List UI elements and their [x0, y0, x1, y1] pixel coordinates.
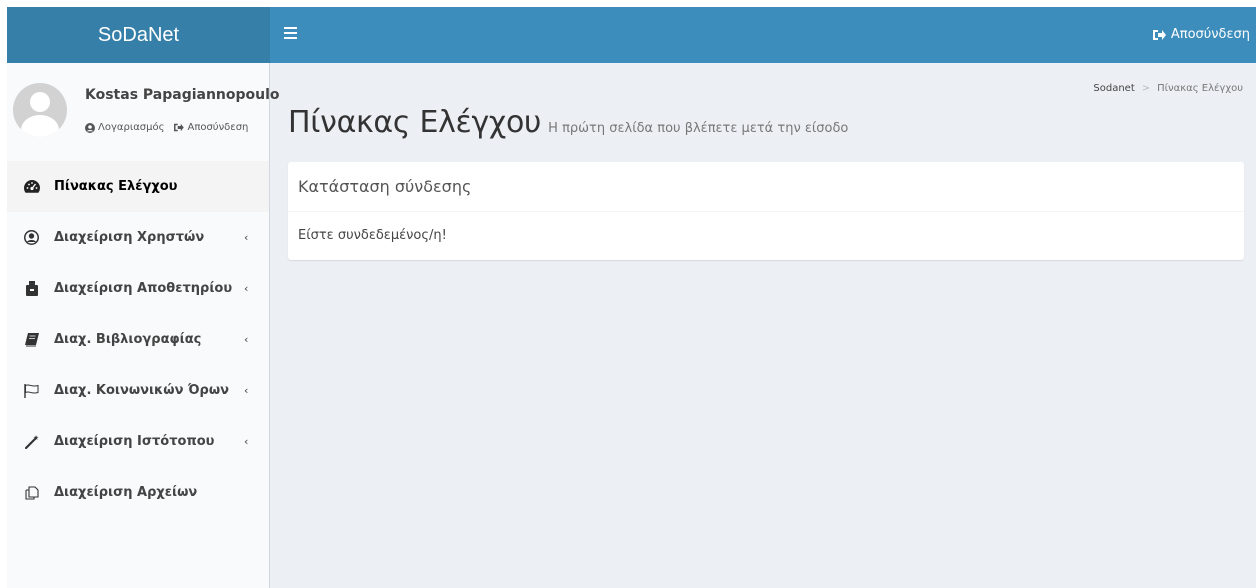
- logo[interactable]: SoDaNet: [7, 7, 270, 63]
- box-body-text: Είστε συνδεδεμένος/η!: [298, 228, 447, 243]
- user-circle-icon: [23, 229, 40, 246]
- header-logout-button[interactable]: Αποσύνδεση: [1152, 7, 1250, 63]
- sidebar-item-social-terms[interactable]: Διαχ. Κοινωνικών Όρων ‹: [7, 365, 269, 416]
- sidebar-item-repository[interactable]: Διαχείριση Αποθετηρίου ‹: [7, 263, 269, 314]
- chevron-left-icon: ‹: [244, 282, 249, 295]
- sidebar-item-website[interactable]: Διαχείριση Ιστότοπου ‹: [7, 416, 269, 467]
- book-icon: [23, 331, 40, 348]
- files-icon: [23, 484, 40, 501]
- sidebar-item-dashboard[interactable]: Πίνακας Ελέγχου: [7, 161, 269, 212]
- chevron-left-icon: ‹: [244, 333, 249, 346]
- breadcrumb-home-link[interactable]: Sodanet: [1093, 83, 1134, 94]
- user-name: Kostas Papagiannopoulo: [85, 87, 280, 103]
- sidebar-item-label: Διαχείριση Αρχείων: [54, 485, 198, 500]
- top-header: SoDaNet Αποσύνδεση: [7, 7, 1256, 63]
- chevron-left-icon: ‹: [244, 231, 249, 244]
- breadcrumb: Sodanet > Πίνακας Ελέγχου: [1093, 83, 1243, 94]
- account-link-label: Λογαριασμός: [98, 122, 165, 133]
- chevron-left-icon: ‹: [244, 435, 249, 448]
- sidebar-item-files[interactable]: Διαχείριση Αρχείων: [7, 467, 269, 518]
- page-subtitle: Η πρώτη σελίδα που βλέπετε μετά την είσο…: [548, 121, 849, 136]
- sign-out-icon: [174, 123, 185, 132]
- sidebar-item-label: Διαχείριση Αποθετηρίου: [54, 281, 233, 296]
- avatar: [13, 83, 67, 137]
- sidebar-item-label: Διαχείριση Χρηστών: [54, 230, 205, 245]
- sidebar-toggle-hamburger-icon[interactable]: [284, 27, 297, 41]
- sidebar: Kostas Papagiannopoulo Λογαριασμός Αποσύ…: [7, 63, 280, 588]
- sidebar-item-label: Διαχ. Κοινωνικών Όρων: [54, 383, 230, 398]
- user-panel: Kostas Papagiannopoulo Λογαριασμός Αποσύ…: [7, 63, 280, 161]
- page-header: Πίνακας Ελέγχου Η πρώτη σελίδα που βλέπε…: [288, 105, 848, 140]
- breadcrumb-separator: >: [1141, 83, 1151, 94]
- chevron-left-icon: ‹: [244, 384, 249, 397]
- user-circle-icon: [85, 122, 95, 133]
- magic-wand-icon: [23, 433, 40, 450]
- dashboard-icon: [23, 178, 40, 195]
- user-logout-link[interactable]: Αποσύνδεση: [173, 122, 248, 133]
- flag-icon: [23, 382, 40, 399]
- sidebar-item-label: Διαχ. Βιβλιογραφίας: [54, 332, 202, 347]
- sign-out-icon: [1152, 30, 1166, 40]
- archive-icon: [23, 280, 40, 297]
- app-frame: SoDaNet Αποσύνδεση Kostas Papagiannopoul…: [7, 7, 1256, 588]
- connection-status-box: Κατάσταση σύνδεσης Είστε συνδεδεμένος/η!: [288, 162, 1244, 260]
- sidebar-item-users[interactable]: Διαχείριση Χρηστών ‹: [7, 212, 269, 263]
- account-link[interactable]: Λογαριασμός: [85, 122, 164, 133]
- box-title: Κατάσταση σύνδεσης: [288, 162, 1244, 212]
- user-logout-label: Αποσύνδεση: [187, 122, 249, 133]
- page-title: Πίνακας Ελέγχου: [288, 105, 542, 140]
- header-logout-label: Αποσύνδεση: [1170, 27, 1250, 42]
- sidebar-item-label: Διαχείριση Ιστότοπου: [54, 434, 215, 449]
- sidebar-menu: Πίνακας Ελέγχου Διαχείριση Χρηστών ‹ Δια…: [7, 161, 269, 518]
- breadcrumb-current: Πίνακας Ελέγχου: [1157, 83, 1243, 94]
- sidebar-item-bibliography[interactable]: Διαχ. Βιβλιογραφίας ‹: [7, 314, 269, 365]
- sidebar-item-label: Πίνακας Ελέγχου: [54, 179, 178, 194]
